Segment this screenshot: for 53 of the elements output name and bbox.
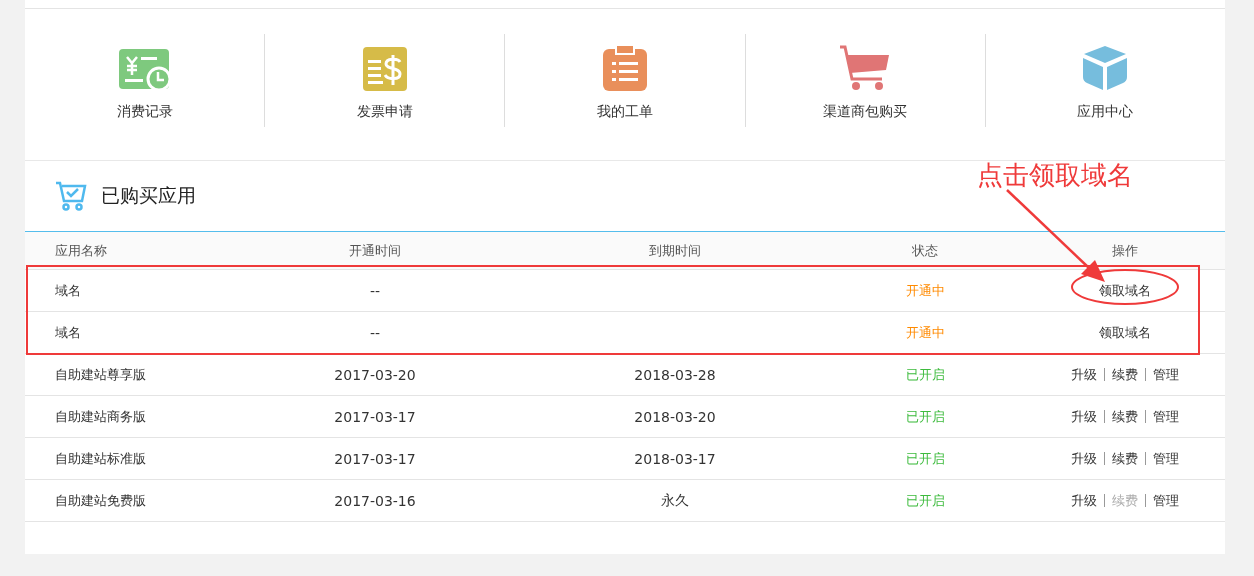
action-link[interactable]: 领取域名: [1099, 323, 1151, 342]
cube-icon: [1082, 45, 1129, 91]
expiry-date: 2018-03-28: [634, 366, 716, 383]
app-name: 自助建站商务版: [54, 407, 146, 426]
column-header: 应用名称: [54, 241, 107, 260]
column-header: 开通时间: [349, 241, 401, 260]
status-text: 已开启: [905, 365, 945, 384]
shortcut-link[interactable]: 消费记录: [116, 103, 173, 121]
action-link[interactable]: 升级: [1071, 491, 1097, 510]
cart-check-icon: [55, 181, 87, 211]
action-link[interactable]: 管理: [1153, 407, 1179, 426]
app-name: 自助建站免费版: [54, 491, 146, 510]
action-link[interactable]: 升级: [1071, 365, 1097, 384]
shortcut-link[interactable]: 我的工单: [597, 103, 653, 121]
section-title: 已购买应用: [101, 183, 196, 208]
action-link[interactable]: 升级: [1071, 407, 1097, 426]
app-name: 自助建站标准版: [54, 449, 146, 468]
shortcut-link[interactable]: 发票申请: [356, 103, 413, 121]
shortcut-link[interactable]: 应用中心: [1077, 103, 1134, 121]
clipboard-icon: [603, 45, 647, 91]
app-name: 域名: [54, 281, 81, 300]
annotation-text: 点击领取域名: [977, 159, 1133, 192]
open-date: --: [369, 324, 381, 341]
receipt-clock-icon: [118, 49, 171, 91]
open-date: --: [369, 282, 381, 299]
column-header: 操作: [1112, 241, 1138, 260]
column-header: 到期时间: [649, 241, 701, 260]
expiry-date: 2018-03-20: [634, 408, 716, 425]
action-link[interactable]: 管理: [1153, 491, 1179, 510]
open-date: 2017-03-20: [334, 366, 416, 383]
status-text: 开通中: [905, 281, 945, 300]
status-text: 已开启: [905, 491, 945, 510]
open-date: 2017-03-17: [334, 450, 416, 467]
shopping-cart-icon: [839, 45, 892, 91]
app-name: 域名: [54, 323, 81, 342]
status-text: 已开启: [905, 407, 945, 426]
open-date: 2017-03-16: [334, 492, 416, 509]
expiry-date: 永久: [661, 491, 689, 510]
action-link[interactable]: 续费: [1112, 449, 1138, 468]
expiry-date: 2018-03-17: [634, 450, 716, 467]
app-name: 自助建站尊享版: [54, 365, 146, 384]
status-text: 已开启: [905, 449, 945, 468]
action-link[interactable]: 管理: [1153, 365, 1179, 384]
shortcut-link[interactable]: 渠道商包购买: [823, 103, 908, 121]
column-header: 状态: [912, 241, 938, 260]
action-link[interactable]: 续费: [1112, 407, 1138, 426]
dollar-list-icon: [362, 47, 407, 91]
action-link[interactable]: 领取域名: [1099, 281, 1151, 300]
action-link[interactable]: 管理: [1153, 449, 1179, 468]
status-text: 开通中: [905, 323, 945, 342]
action-link[interactable]: 升级: [1071, 449, 1097, 468]
open-date: 2017-03-17: [334, 408, 416, 425]
action-link[interactable]: 续费: [1112, 365, 1138, 384]
